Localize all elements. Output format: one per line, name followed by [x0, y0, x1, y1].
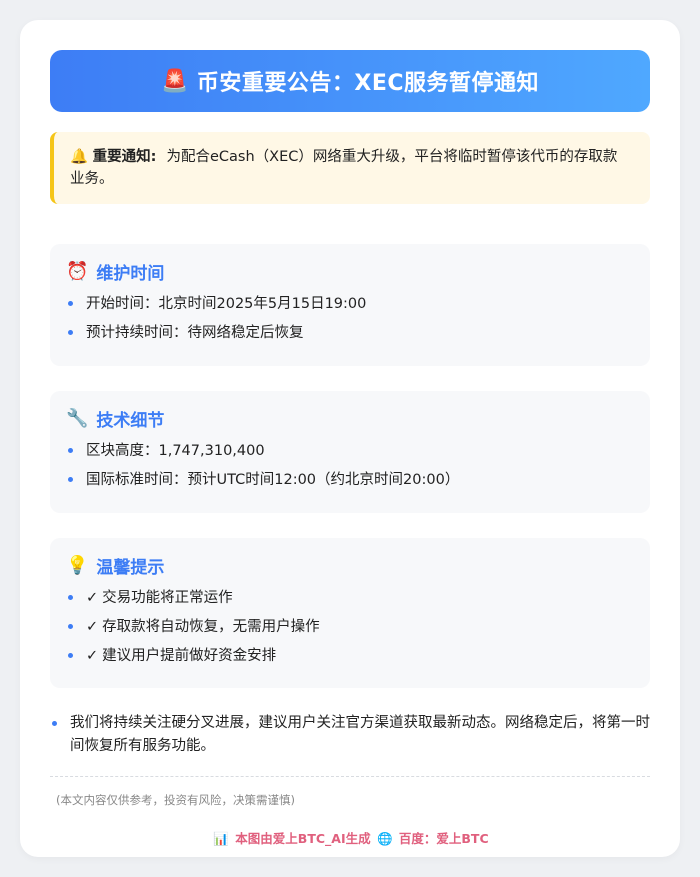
tip-text: 交易功能将正常运作 — [102, 590, 233, 606]
footer-credit: 📊 本图由爱上BTC_AI生成 🌐 百度：爱上BTC — [20, 828, 680, 847]
check-icon: ✓ — [86, 619, 99, 635]
list-item: ✓ 交易功能将正常运作 — [66, 584, 634, 613]
tips-title: 💡 温馨提示 — [66, 552, 634, 578]
list-item: 区块高度：1,747,310,400 — [66, 437, 634, 466]
footer-left: 本图由爱上BTC_AI生成 — [235, 831, 371, 846]
divider — [50, 776, 650, 777]
notice-label: 重要通知: — [92, 149, 157, 165]
globe-icon: 🌐 — [376, 831, 393, 846]
announcement-card: 🚨 币安重要公告：XEC服务暂停通知 🔔 重要通知: 为配合eCash（XEC）网… — [20, 20, 680, 857]
list-item: 国际标准时间：预计UTC时间12:00（约北京时间20:00） — [66, 466, 634, 495]
check-icon: ✓ — [86, 590, 99, 606]
tech-section: 🔧 技术细节 区块高度：1,747,310,400 国际标准时间：预计UTC时间… — [50, 391, 650, 513]
check-icon: ✓ — [86, 648, 99, 664]
header-banner: 🚨 币安重要公告：XEC服务暂停通知 — [50, 50, 650, 112]
tips-title-text: 温馨提示 — [96, 557, 165, 578]
footer-right: 百度：爱上BTC — [398, 831, 489, 846]
tech-title: 🔧 技术细节 — [66, 405, 634, 431]
maintenance-title-text: 维护时间 — [96, 263, 165, 284]
tech-list: 区块高度：1,747,310,400 国际标准时间：预计UTC时间12:00（约… — [66, 437, 634, 495]
disclaimer: (本文内容仅供参考，投资有风险，决策需谨慎) — [56, 793, 295, 807]
tips-section: 💡 温馨提示 ✓ 交易功能将正常运作 ✓ 存取款将自动恢复，无需用户操作 ✓ 建议用户… — [50, 538, 650, 688]
list-item: 预计持续时间：待网络稳定后恢复 — [66, 319, 634, 348]
lightbulb-icon: 💡 — [66, 554, 89, 576]
maintenance-section: ⏰ 维护时间 开始时间：北京时间2025年5月15日19:00 预计持续时间：待… — [50, 244, 650, 366]
list-item: 开始时间：北京时间2025年5月15日19:00 — [66, 290, 634, 319]
maintenance-title: ⏰ 维护时间 — [66, 258, 634, 284]
bell-icon: 🔔 — [70, 149, 89, 165]
list-item: ✓ 建议用户提前做好资金安排 — [66, 642, 634, 671]
list-item: ✓ 存取款将自动恢复，无需用户操作 — [66, 613, 634, 642]
tip-text: 存取款将自动恢复，无需用户操作 — [102, 619, 320, 635]
bar-chart-icon: 📊 — [213, 831, 229, 846]
closing-paragraph: 我们将持续关注硬分叉进展，建议用户关注官方渠道获取最新动态。网络稳定后，将第一时… — [50, 712, 650, 758]
tech-title-text: 技术细节 — [96, 410, 165, 431]
maintenance-list: 开始时间：北京时间2025年5月15日19:00 预计持续时间：待网络稳定后恢复 — [66, 290, 634, 348]
important-notice: 🔔 重要通知: 为配合eCash（XEC）网络重大升级，平台将临时暂停该代币的存取… — [50, 132, 650, 204]
page-title: 币安重要公告：XEC服务暂停通知 — [196, 71, 540, 96]
wrench-icon: 🔧 — [66, 407, 89, 429]
tip-text: 建议用户提前做好资金安排 — [102, 648, 277, 664]
alarm-clock-icon: ⏰ — [66, 260, 89, 282]
tips-list: ✓ 交易功能将正常运作 ✓ 存取款将自动恢复，无需用户操作 ✓ 建议用户提前做好资金安… — [66, 584, 634, 671]
alarm-light-icon: 🚨 — [160, 68, 189, 94]
